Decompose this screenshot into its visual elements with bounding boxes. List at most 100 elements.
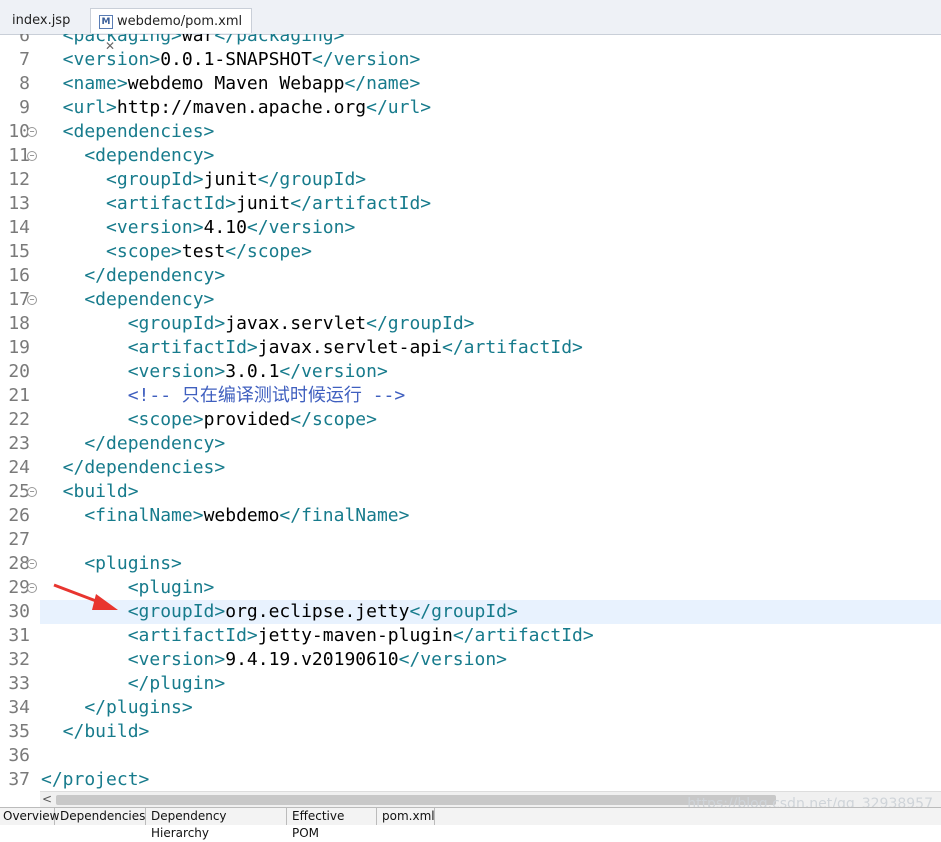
fold-toggle-icon[interactable]: − [27,127,37,137]
code-line[interactable]: 10− <dependencies> [0,120,941,144]
code-line[interactable]: 35 </build> [0,720,941,744]
xml-tag: </groupId> [257,169,367,190]
fold-toggle-icon[interactable]: − [27,295,37,305]
tab-label: webdemo/pom.xml [117,14,243,29]
fold-toggle-icon[interactable]: − [27,583,37,593]
code-text: <scope>test</scope> [41,240,312,264]
xml-tag: </packaging> [214,34,345,46]
code-line[interactable]: 21 <!-- 只在编译测试时候运行 --> [0,384,941,408]
code-line[interactable]: 22 <scope>provided</scope> [0,408,941,432]
scroll-left-icon[interactable]: < [42,792,52,806]
xml-tag: </groupId> [366,313,475,334]
line-number: 32 [8,649,30,670]
line-number: 26 [8,505,30,526]
xml-tag: <dependencies> [41,121,215,142]
xml-tag: </plugin> [41,673,226,694]
code-line[interactable]: 18 <groupId>javax.servlet</groupId> [0,312,941,336]
xml-tag: </dependency> [41,265,226,286]
xml-tag: <artifactId> [41,625,258,646]
code-line[interactable]: 32 <version>9.4.19.v20190610</version> [0,648,941,672]
fold-toggle-icon[interactable]: − [27,151,37,161]
line-number: 36 [8,745,30,766]
xml-tag: <scope> [41,241,182,262]
code-line[interactable]: 34 </plugins> [0,696,941,720]
code-line[interactable]: 12 <groupId>junit</groupId> [0,168,941,192]
bottom-tab-effective-pom[interactable]: Effective POM [289,808,377,840]
code-line[interactable]: 16 </dependency> [0,264,941,288]
scrollbar-thumb[interactable] [56,795,776,805]
xml-text: junit [203,169,258,190]
maven-pom-icon: M [99,14,113,29]
xml-tag: </artifactId> [441,337,583,358]
code-editor[interactable]: 6 <packaging>war</packaging> 7 <version>0… [0,34,941,790]
xml-tag: </dependencies> [41,457,226,478]
code-line[interactable]: 26 <finalName>webdemo</finalName> [0,504,941,528]
line-number: 8 [19,73,30,94]
xml-tag: <name> [41,73,128,94]
code-text: <artifactId>junit</artifactId> [41,192,431,216]
tab-pom-xml[interactable]: Mwebdemo/pom.xml✕ [90,8,252,53]
xml-text: jetty-maven-plugin [257,625,453,646]
xml-text: javax.servlet [225,313,367,334]
bottom-tab-overview[interactable]: Overview [0,808,60,825]
line-number: 6 [19,34,30,46]
xml-text: 4.10 [203,217,247,238]
xml-tag: </artifactId> [290,193,432,214]
code-text: </plugins> [41,696,192,720]
code-line[interactable]: 7 <version>0.0.1-SNAPSHOT</version> [0,48,941,72]
code-line[interactable]: 37 </project> [0,768,941,790]
code-line[interactable]: 8 <name>webdemo Maven Webapp</name> [0,72,941,96]
xml-text: 3.0.1 [225,361,280,382]
code-text: <artifactId>javax.servlet-api</artifactI… [41,336,583,360]
xml-text: 0.0.1-SNAPSHOT [160,49,312,70]
code-line[interactable]: 15 <scope>test</scope> [0,240,941,264]
code-line[interactable]: 30 <groupId>org.eclipse.jetty</groupId> [0,600,941,624]
xml-text: webdemo [203,505,280,526]
xml-tag: </build> [41,721,150,742]
line-number: 7 [19,49,30,70]
xml-text: org.eclipse.jetty [225,601,410,622]
bottom-tab-pom-xml[interactable]: pom.xml [379,808,435,825]
red-arrow-annotation [53,583,118,610]
code-line[interactable]: 17− <dependency> [0,288,941,312]
xml-tag: </artifactId> [452,625,594,646]
tab-index-jsp[interactable]: index.jsp [0,8,88,33]
code-line[interactable]: 27 [0,528,941,552]
pom-editor-bottom-tabs: Overview Dependencies Dependency Hierarchy… [0,807,941,840]
code-line[interactable]: 19 <artifactId>javax.servlet-api</artifa… [0,336,941,360]
xml-tag: <build> [41,481,139,502]
code-line[interactable]: 13 <artifactId>junit</artifactId> [0,192,941,216]
line-number: 31 [8,625,30,646]
xml-text: 9.4.19.v20190610 [225,649,399,670]
code-line[interactable]: 6 <packaging>war</packaging> [0,34,941,48]
code-line[interactable]: 29− <plugin> [0,576,941,600]
code-line[interactable]: 14 <version>4.10</version> [0,216,941,240]
bottom-tab-dependencies[interactable]: Dependencies [57,808,146,825]
xml-tag: <groupId> [41,169,204,190]
code-text: <!-- 只在编译测试时候运行 --> [41,384,406,408]
xml-tag: </scope> [290,409,377,430]
code-text: <dependency> [41,144,214,168]
line-number: 15 [8,241,30,262]
code-line[interactable]: 20 <version>3.0.1</version> [0,360,941,384]
code-line[interactable]: 23 </dependency> [0,432,941,456]
code-line[interactable]: 28− <plugins> [0,552,941,576]
xml-tag: </finalName> [279,505,410,526]
code-line[interactable]: 11− <dependency> [0,144,941,168]
code-line[interactable]: 24 </dependencies> [0,456,941,480]
code-line[interactable]: 9 <url>http://maven.apache.org</url> [0,96,941,120]
bottom-tab-dependency-hierarchy[interactable]: Dependency Hierarchy [148,808,287,840]
code-line[interactable]: 36 [0,744,941,768]
fold-toggle-icon[interactable]: − [27,487,37,497]
code-line[interactable]: 33 </plugin> [0,672,941,696]
code-line[interactable]: 31 <artifactId>jetty-maven-plugin</artif… [0,624,941,648]
line-number: 27 [8,529,30,550]
line-number: 24 [8,457,30,478]
xml-comment: <!-- 只在编译测试时候运行 --> [41,385,406,406]
xml-tag: <packaging> [41,34,182,46]
fold-toggle-icon[interactable]: − [27,559,37,569]
code-text: </project> [41,768,149,790]
xml-text: provided [203,409,291,430]
code-line[interactable]: 25− <build> [0,480,941,504]
xml-tag: <artifactId> [41,337,258,358]
